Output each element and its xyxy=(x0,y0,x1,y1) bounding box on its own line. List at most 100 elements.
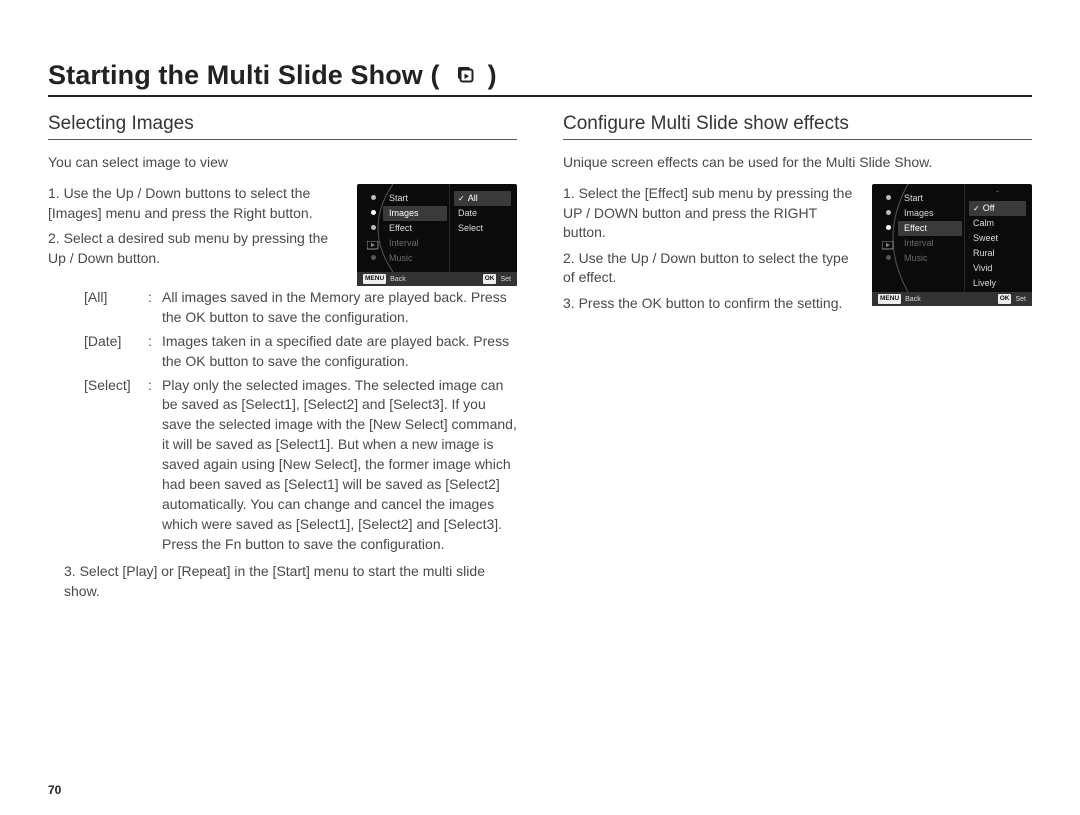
option-label: Date xyxy=(458,209,477,218)
option-calm: Calm xyxy=(969,216,1026,231)
camera-screen-images: Start Images Effect xyxy=(357,184,517,286)
menu-item-images: Images xyxy=(383,206,447,221)
left-step-3: 3. Select [Play] or [Repeat] in the [Sta… xyxy=(64,562,517,602)
menu-item-start: Start xyxy=(387,191,449,206)
menu-dot xyxy=(371,255,376,260)
menu-label: Interval xyxy=(389,239,419,248)
option-all: ✓ All xyxy=(454,191,511,206)
option-rural: Rural xyxy=(969,246,1026,261)
def-label: [Date] xyxy=(84,332,148,372)
menu-item-music: Music xyxy=(387,251,449,266)
menu-label: Start xyxy=(389,194,408,203)
def-desc: Play only the selected images. The selec… xyxy=(162,376,517,555)
right-lead-text: Unique screen effects can be used for th… xyxy=(563,154,1032,170)
option-label: Select xyxy=(458,224,483,233)
check-icon: ✓ xyxy=(973,205,980,213)
footer-back-label: Back xyxy=(905,296,921,303)
menu-label: Music xyxy=(389,254,413,263)
option-label: Calm xyxy=(973,219,994,228)
def-label: [All] xyxy=(84,288,148,328)
def-sep: : xyxy=(148,332,162,372)
footer-set-label: Set xyxy=(1015,296,1026,303)
right-step-3: 3. Press the OK button to confirm the se… xyxy=(563,294,858,314)
option-lively: Lively xyxy=(969,276,1026,291)
screen-options: ˆ ✓ Off Calm Sweet Rural Vivid Lively xyxy=(964,184,1030,292)
menu-item-images: Images xyxy=(902,206,964,221)
right-step-1: 1. Select the [Effect] sub menu by press… xyxy=(563,184,858,243)
menu-item-effect: Effect xyxy=(387,221,449,236)
title-text-after: ) xyxy=(488,60,497,91)
footer-set-label: Set xyxy=(500,276,511,283)
menu-dot xyxy=(371,225,376,230)
section-heading-configure-effects: Configure Multi Slide show effects xyxy=(563,113,1032,140)
left-column: Selecting Images You can select image to… xyxy=(48,113,517,606)
menu-label: Start xyxy=(904,194,923,203)
screen-menu: Start Images Effect xyxy=(872,184,964,292)
camera-screen-effect: Start Images Effect xyxy=(872,184,1032,306)
menu-label: Interval xyxy=(904,239,934,248)
left-instructions: 1. Use the Up / Down buttons to select t… xyxy=(48,184,343,274)
menu-label: Effect xyxy=(904,224,927,233)
ok-badge: OK xyxy=(998,294,1012,304)
check-icon: ✓ xyxy=(458,195,465,203)
scroll-up-icon: ˆ xyxy=(969,191,1026,201)
def-sep: : xyxy=(148,288,162,328)
option-label: Rural xyxy=(973,249,995,258)
menu-item-music: Music xyxy=(902,251,964,266)
option-sweet: Sweet xyxy=(969,231,1026,246)
section-heading-selecting-images: Selecting Images xyxy=(48,113,517,140)
page-title: Starting the Multi Slide Show ( ) xyxy=(48,60,1032,97)
def-label: [Select] xyxy=(84,376,148,555)
option-off: ✓ Off xyxy=(969,201,1026,216)
menu-dot xyxy=(886,195,891,200)
menu-dot xyxy=(371,195,376,200)
left-step-1: 1. Use the Up / Down buttons to select t… xyxy=(48,184,343,223)
title-text-before: Starting the Multi Slide Show ( xyxy=(48,60,440,91)
option-label: Lively xyxy=(973,279,996,288)
definitions-list: [All] : All images saved in the Memory a… xyxy=(48,288,517,554)
def-sep: : xyxy=(148,376,162,555)
option-label: All xyxy=(468,194,478,203)
menu-item-interval: Interval xyxy=(902,236,964,251)
columns: Selecting Images You can select image to… xyxy=(48,113,1032,606)
right-instructions: 1. Select the [Effect] sub menu by press… xyxy=(563,184,858,320)
menu-dot-active xyxy=(371,210,376,215)
left-lead-text: You can select image to view xyxy=(48,154,517,170)
definition-date: [Date] : Images taken in a specified dat… xyxy=(84,332,517,372)
menu-item-start: Start xyxy=(902,191,964,206)
menu-label: Images xyxy=(389,209,419,218)
screen-footer: MENU Back OK Set xyxy=(872,292,1032,306)
right-column: Configure Multi Slide show effects Uniqu… xyxy=(563,113,1032,606)
menu-dot xyxy=(886,210,891,215)
footer-back-label: Back xyxy=(390,276,406,283)
right-step-block: 1. Select the [Effect] sub menu by press… xyxy=(563,184,1032,320)
menu-dot xyxy=(886,255,891,260)
option-date: Date xyxy=(454,206,511,221)
option-select: Select xyxy=(454,221,511,236)
camera-screen-body: Start Images Effect xyxy=(357,184,517,272)
menu-badge: MENU xyxy=(878,294,901,304)
camera-screen-body: Start Images Effect xyxy=(872,184,1032,292)
screen-options: ✓ All Date Select xyxy=(449,184,515,272)
left-step-2: 2. Select a desired sub menu by pressing… xyxy=(48,229,343,268)
menu-label: Effect xyxy=(389,224,412,233)
left-step-block: 1. Use the Up / Down buttons to select t… xyxy=(48,184,517,286)
option-label: Off xyxy=(983,204,995,213)
option-label: Vivid xyxy=(973,264,992,273)
menu-label: Images xyxy=(904,209,934,218)
playback-mode-icon xyxy=(882,241,894,250)
screen-menu: Start Images Effect xyxy=(357,184,449,272)
right-step-2: 2. Use the Up / Down button to select th… xyxy=(563,249,858,288)
definition-all: [All] : All images saved in the Memory a… xyxy=(84,288,517,328)
menu-label: Music xyxy=(904,254,928,263)
menu-dot-active xyxy=(886,225,891,230)
option-vivid: Vivid xyxy=(969,261,1026,276)
manual-page: Starting the Multi Slide Show ( ) Select… xyxy=(0,0,1080,815)
def-desc: Images taken in a specified date are pla… xyxy=(162,332,517,372)
option-label: Sweet xyxy=(973,234,998,243)
playback-mode-icon xyxy=(367,241,379,250)
left-step-3-block: 3. Select [Play] or [Repeat] in the [Sta… xyxy=(48,562,517,602)
slideshow-icon xyxy=(450,62,478,90)
menu-item-interval: Interval xyxy=(387,236,449,251)
menu-badge: MENU xyxy=(363,274,386,284)
